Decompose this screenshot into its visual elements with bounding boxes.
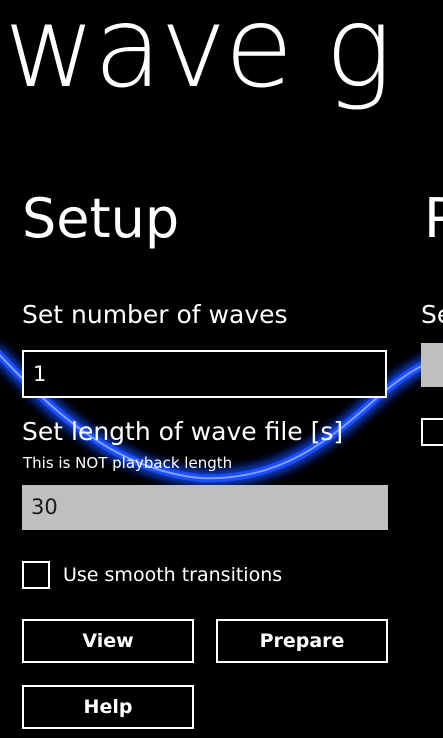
help-button-label: Help <box>83 696 133 718</box>
smooth-transitions-checkbox[interactable] <box>22 561 50 589</box>
next-page-label: Se <box>421 300 443 329</box>
view-button-label: View <box>82 630 134 652</box>
next-page-field[interactable] <box>421 343 443 387</box>
smooth-transitions-label: Use smooth transitions <box>63 564 283 586</box>
page-header-setup[interactable]: Setup <box>22 192 179 246</box>
length-label: Set length of wave file [s] <box>22 417 344 446</box>
app-title: wave g <box>4 0 392 113</box>
length-hint: This is NOT playback length <box>23 454 233 472</box>
next-page-checkbox[interactable] <box>421 418 443 446</box>
waves-input[interactable]: 1 <box>22 350 387 398</box>
waves-label: Set number of waves <box>22 300 288 329</box>
length-input[interactable]: 30 <box>22 485 388 530</box>
view-button[interactable]: View <box>22 619 194 663</box>
page-header-next[interactable]: P <box>424 192 443 246</box>
prepare-button[interactable]: Prepare <box>216 619 388 663</box>
help-button[interactable]: Help <box>22 685 194 729</box>
prepare-button-label: Prepare <box>259 630 345 652</box>
